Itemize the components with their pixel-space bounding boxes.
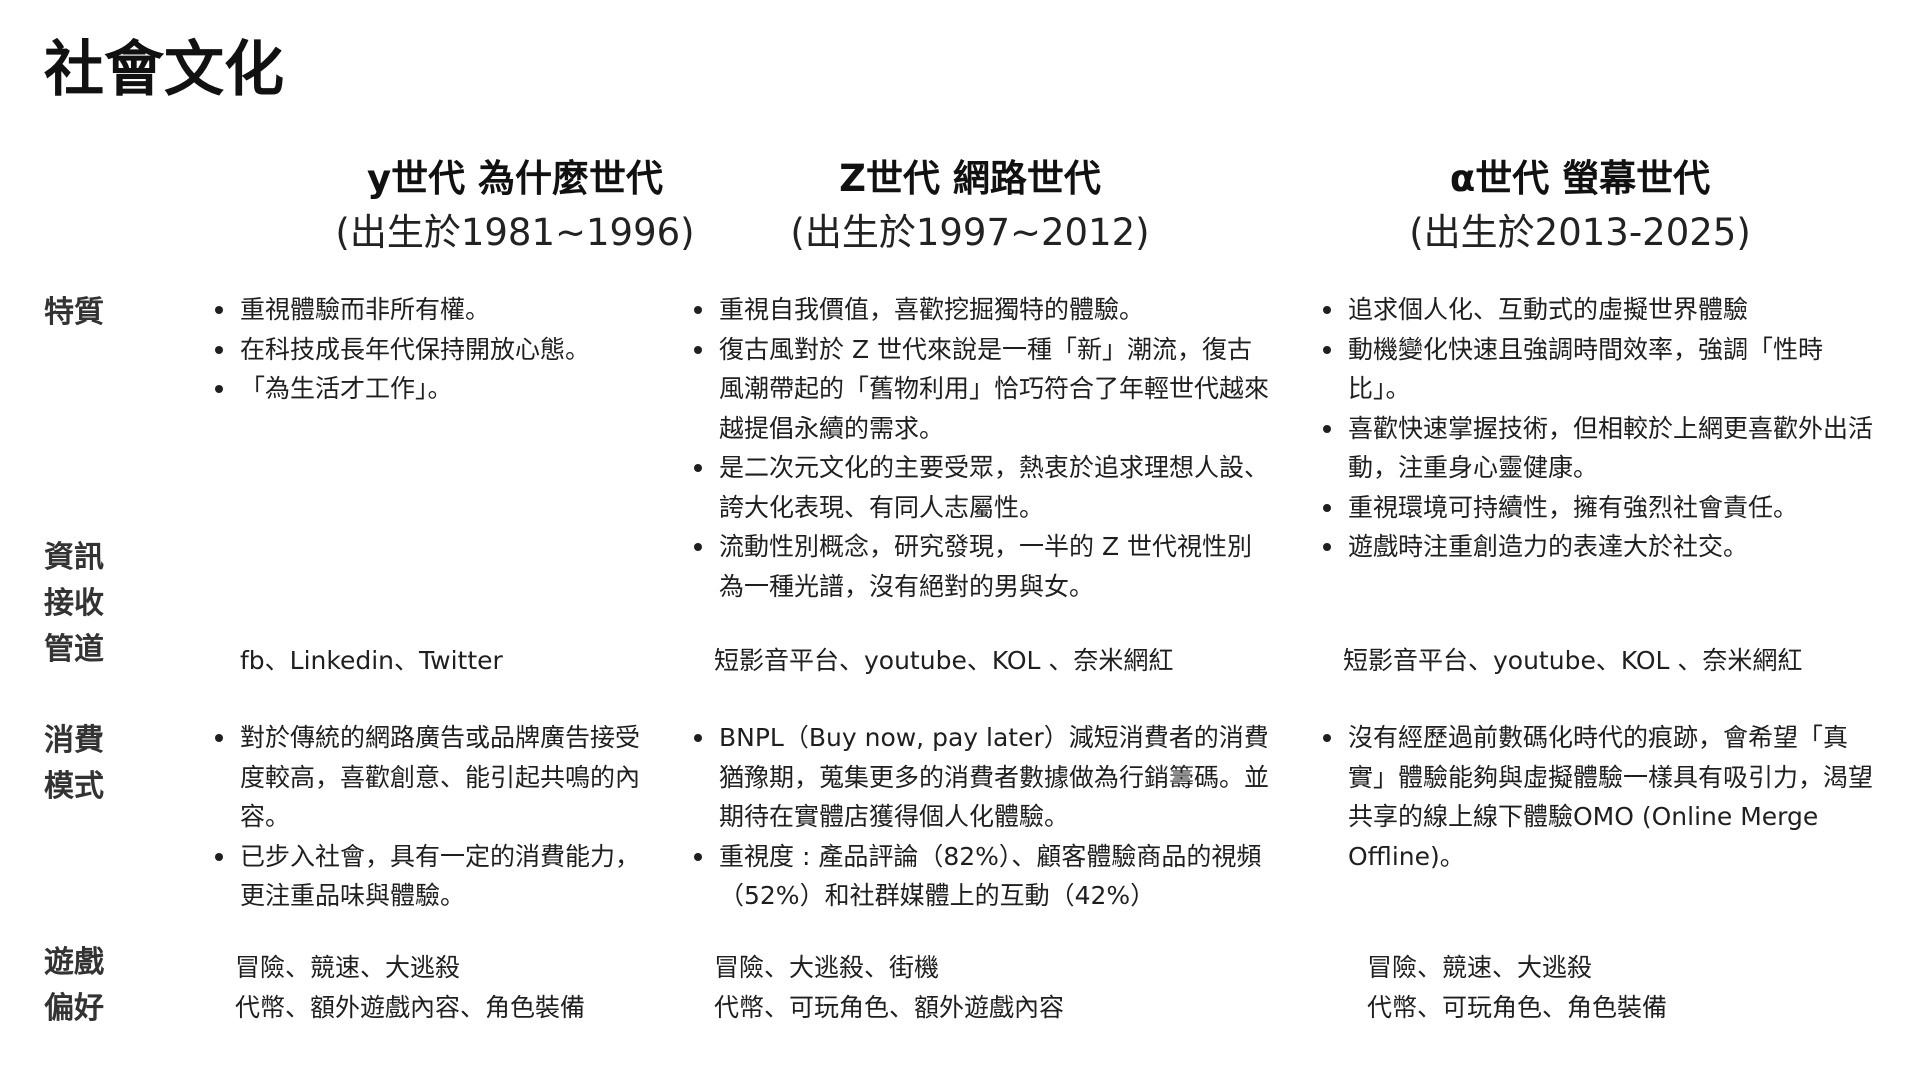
generation-name: Z世代 網路世代 [839, 157, 1101, 200]
list-item: 對於傳統的網路廣告或品牌廣告接受度較高，喜歡創意、能引起共鳴的內容。 [215, 718, 652, 837]
traits-list: 重視自我價值，喜歡挖掘獨特的體驗。 復古風對於 Z 世代來說是一種「新」潮流，復… [691, 290, 1271, 606]
info-channels-text: 短影音平台、youtube、KOL 、奈米網紅 [714, 646, 1174, 675]
row-label-line: 特質 [44, 295, 104, 330]
list-item: 「為生活才工作」。 [215, 369, 652, 409]
row-label-line: 遊戲 [44, 945, 104, 980]
consumption-cell-alpha: 沒有經歷過前數碼化時代的痕跡，會希望「真實」體驗能夠與虛擬體驗一樣具有吸引力，渴… [1320, 718, 1880, 876]
traits-cell-alpha: 追求個人化、互動式的虛擬世界體驗 動機變化快速且強調時間效率，強調「性時比」。 … [1320, 290, 1880, 567]
consumption-list: 沒有經歷過前數碼化時代的痕跡，會希望「真實」體驗能夠與虛擬體驗一樣具有吸引力，渴… [1320, 718, 1880, 876]
gaming-genres: 冒險、競速、大逃殺 [235, 953, 461, 982]
generation-name: α世代 螢幕世代 [1449, 157, 1711, 200]
traits-cell-y: 重視體驗而非所有權。 在科技成長年代保持開放心態。 「為生活才工作」。 [212, 290, 652, 409]
list-item: 追求個人化、互動式的虛擬世界體驗 [1323, 290, 1880, 330]
gaming-purchases: 代幣、可玩角色、角色裝備 [1367, 992, 1668, 1022]
info-channels-cell-alpha: 短影音平台、youtube、KOL 、奈米網紅 [1343, 641, 1903, 681]
gaming-cell-z: 冒險、大逃殺、街機 代幣、可玩角色、額外遊戲內容 [714, 948, 1274, 1027]
list-item: 遊戲時注重創造力的表達大於社交。 [1323, 527, 1880, 567]
row-label-gaming: 遊戲 偏好 [44, 940, 104, 1032]
column-header-z-generation: Z世代 網路世代 (出生於1997~2012) [660, 152, 1280, 260]
generation-years: (出生於1997~2012) [790, 211, 1150, 254]
list-item: 在科技成長年代保持開放心態。 [215, 330, 652, 370]
row-label-line: 偏好 [44, 991, 104, 1026]
row-label-line: 消費 [44, 723, 104, 758]
gaming-cell-y: 冒險、競速、大逃殺 代幣、額外遊戲內容、角色裝備 [235, 948, 675, 1027]
row-label-line: 模式 [44, 769, 104, 804]
list-item: 是二次元文化的主要受眾，熱衷於追求理想人設、誇大化表現、有同人志屬性。 [694, 448, 1271, 527]
consumption-list: BNPL（Buy now, pay later）減短消費者的消費猶豫期，蒐集更多… [691, 718, 1271, 916]
list-item: 沒有經歷過前數碼化時代的痕跡，會希望「真實」體驗能夠與虛擬體驗一樣具有吸引力，渴… [1323, 718, 1880, 876]
column-header-alpha-generation: α世代 螢幕世代 (出生於2013-2025) [1270, 152, 1890, 260]
list-item: 重視環境可持續性，擁有強烈社會責任。 [1323, 488, 1880, 528]
consumption-cell-z: BNPL（Buy now, pay later）減短消費者的消費猶豫期，蒐集更多… [691, 718, 1271, 916]
consumption-cell-y: 對於傳統的網路廣告或品牌廣告接受度較高，喜歡創意、能引起共鳴的內容。 已步入社會… [212, 718, 652, 916]
row-label-line: 接收 [44, 586, 104, 621]
info-channels-text: 短影音平台、youtube、KOL 、奈米網紅 [1343, 646, 1803, 675]
info-channels-cell-z: 短影音平台、youtube、KOL 、奈米網紅 [714, 641, 1274, 681]
list-item: 復古風對於 Z 世代來說是一種「新」潮流，復古風潮帶起的「舊物利用」恰巧符合了年… [694, 330, 1271, 449]
list-item: 喜歡快速掌握技術，但相較於上網更喜歡外出活動，注重身心靈健康。 [1323, 409, 1880, 488]
gaming-genres: 冒險、大逃殺、街機 [714, 953, 940, 982]
info-channels-cell-y: fb、Linkedin、Twitter [240, 641, 660, 681]
row-label-info-channels: 資訊 接收 管道 [44, 535, 104, 673]
list-item: 流動性別概念，研究發現，一半的 Z 世代視性別為一種光譜，沒有絕對的男與女。 [694, 527, 1271, 606]
gaming-purchases: 代幣、額外遊戲內容、角色裝備 [235, 992, 586, 1022]
generation-years: (出生於2013-2025) [1409, 211, 1751, 254]
list-item: 已步入社會，具有一定的消費能力，更注重品味與體驗。 [215, 837, 652, 916]
consumption-list: 對於傳統的網路廣告或品牌廣告接受度較高，喜歡創意、能引起共鳴的內容。 已步入社會… [212, 718, 652, 916]
traits-list: 追求個人化、互動式的虛擬世界體驗 動機變化快速且強調時間效率，強調「性時比」。 … [1320, 290, 1880, 567]
page-title: 社會文化 [44, 35, 284, 105]
info-channels-text: fb、Linkedin、Twitter [240, 646, 503, 675]
list-item: 重視度 : 產品評論（82%）、顧客體驗商品的視頻（52%）和社群媒體上的互動（… [694, 837, 1271, 916]
gaming-cell-alpha: 冒險、競速、大逃殺 代幣、可玩角色、角色裝備 [1367, 948, 1867, 1027]
list-item: 重視自我價值，喜歡挖掘獨特的體驗。 [694, 290, 1271, 330]
row-label-line: 資訊 [44, 540, 104, 575]
row-label-consumption: 消費 模式 [44, 718, 104, 810]
row-label-traits: 特質 [44, 290, 104, 336]
list-item: BNPL（Buy now, pay later）減短消費者的消費猶豫期，蒐集更多… [694, 718, 1271, 837]
traits-cell-z: 重視自我價值，喜歡挖掘獨特的體驗。 復古風對於 Z 世代來說是一種「新」潮流，復… [691, 290, 1271, 606]
traits-list: 重視體驗而非所有權。 在科技成長年代保持開放心態。 「為生活才工作」。 [212, 290, 652, 409]
gaming-purchases: 代幣、可玩角色、額外遊戲內容 [714, 992, 1065, 1022]
list-item: 動機變化快速且強調時間效率，強調「性時比」。 [1323, 330, 1880, 409]
row-label-line: 管道 [44, 632, 104, 667]
gaming-genres: 冒險、競速、大逃殺 [1367, 953, 1593, 982]
list-item: 重視體驗而非所有權。 [215, 290, 652, 330]
